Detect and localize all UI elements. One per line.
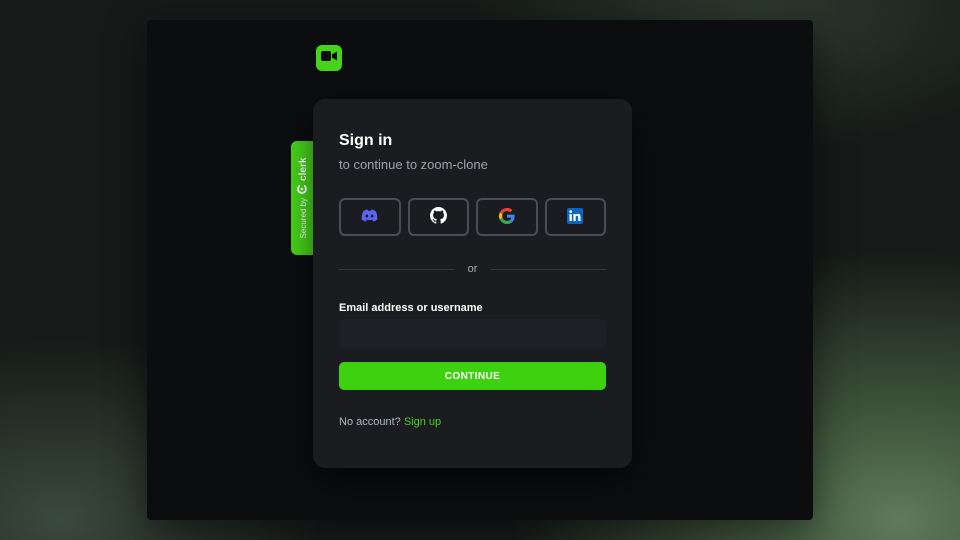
email-label: Email address or username [339,302,483,314]
linkedin-icon [567,207,584,227]
google-icon [498,207,515,227]
social-buttons [339,198,606,236]
github-button[interactable] [407,198,469,236]
continue-button[interactable]: CONTINUE [339,362,606,390]
sign-in-subtitle: to continue to zoom-clone [339,157,488,172]
divider-text: or [467,263,478,275]
or-divider: or [339,262,606,276]
secured-by-clerk-badge[interactable]: Secured by clerk [291,141,315,255]
video-camera-icon [321,49,337,67]
secured-by-text: Secured by [298,197,308,239]
linkedin-button[interactable] [544,198,606,236]
discord-icon [361,209,378,225]
divider-line-left [339,268,454,270]
divider-line-right [491,268,606,270]
sign-in-card: Sign in to continue to zoom-clone or Ema… [313,99,632,468]
github-icon [429,207,447,227]
sign-up-prompt: No account? Sign up [339,416,441,428]
no-account-text: No account? [339,416,401,428]
sign-up-link[interactable]: Sign up [404,416,441,428]
clerk-wordmark: clerk [297,157,309,181]
discord-button[interactable] [339,198,401,236]
google-button[interactable] [476,198,538,236]
sign-in-title: Sign in [339,132,393,149]
clerk-logo-icon [294,183,312,194]
app-logo [316,45,342,71]
email-input[interactable] [339,319,606,349]
